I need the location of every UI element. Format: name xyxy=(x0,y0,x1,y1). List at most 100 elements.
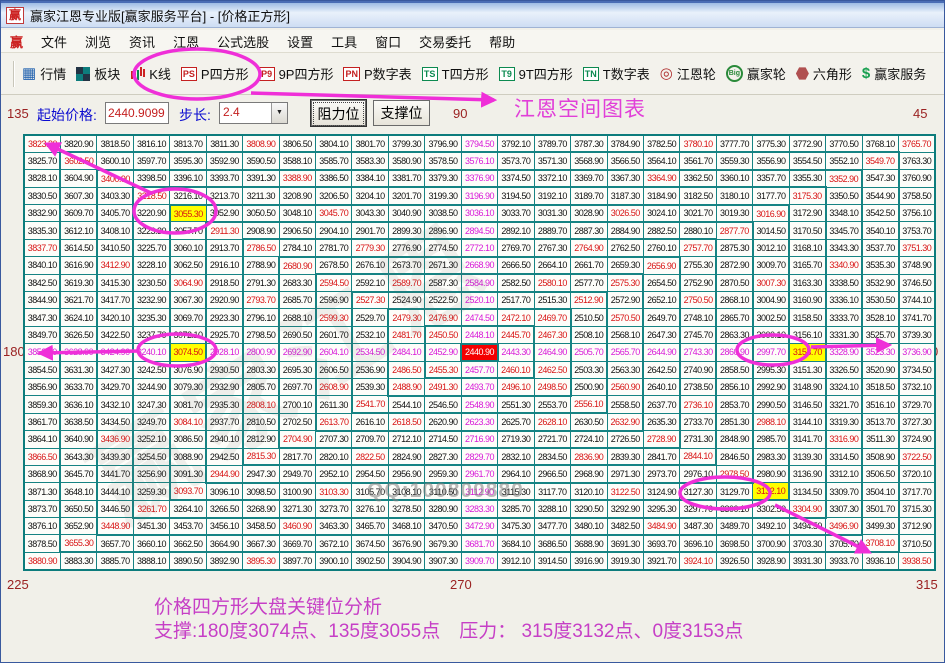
grid-cell: 3103.30 xyxy=(314,482,353,502)
grid-cell: 2997.70 xyxy=(752,343,791,362)
grid-cell: 3667.30 xyxy=(242,534,280,554)
toolbar-button-9t-square[interactable]: T9 9T四方形 xyxy=(498,64,573,83)
menu-item[interactable]: 工具 xyxy=(322,32,366,51)
grid-cell: 2752.90 xyxy=(679,273,718,293)
grid-cell: 3753.70 xyxy=(898,221,936,240)
grid-cell: 2872.90 xyxy=(715,256,754,275)
grid-cell: 2875.30 xyxy=(715,238,754,258)
grid-cell: 3384.10 xyxy=(351,169,389,189)
grid-cell: 2858.50 xyxy=(715,360,754,379)
menu-item[interactable]: 帮助 xyxy=(480,32,524,51)
grid-cell: 3921.70 xyxy=(642,551,681,571)
grid-cell: 3343.30 xyxy=(825,238,864,258)
grid-cell: 3050.50 xyxy=(242,204,280,223)
grid-cell: 3758.50 xyxy=(898,186,936,206)
toolbar-button-winner-service[interactable]: $ 赢家服务 xyxy=(862,64,926,83)
grid-cell: 3840.10 xyxy=(23,256,62,275)
step-label: 步长: xyxy=(179,107,211,123)
grid-cell: 3813.70 xyxy=(169,134,207,154)
grid-cell: 3892.90 xyxy=(205,551,244,571)
grid-cell: 3811.30 xyxy=(205,134,244,154)
grid-cell: 3297.70 xyxy=(679,499,717,519)
grid-cell: 2455.30 xyxy=(424,360,462,380)
support-button[interactable]: 支撑位 xyxy=(373,100,430,126)
grid-cell: 3837.70 xyxy=(23,238,62,258)
grid-cell: 2464.90 xyxy=(533,343,572,362)
menu-item[interactable]: 交易委托 xyxy=(410,32,480,51)
grid-cell: 3424.90 xyxy=(96,343,135,362)
grid-cell: 3369.70 xyxy=(570,169,608,189)
toolbar-button-p-table[interactable]: PN P数字表 xyxy=(343,64,412,83)
grid-cell: 3691.30 xyxy=(606,534,644,554)
grid-cell: 2973.70 xyxy=(642,464,681,484)
toolbar-button-hexagon[interactable]: 六角形 xyxy=(795,64,852,83)
toolbar-button-9p-square[interactable]: P9 9P四方形 xyxy=(258,64,333,83)
grid-cell: 3184.90 xyxy=(642,186,681,206)
grid-cell: 3518.50 xyxy=(861,377,900,397)
grid-cell: 2916.10 xyxy=(205,256,244,275)
toolbar-button-p-square[interactable]: PS P四方形 xyxy=(180,64,249,83)
menu-item[interactable]: 江恩 xyxy=(164,32,208,51)
grid-cell: 3736.90 xyxy=(898,343,936,362)
resistance-button[interactable]: 阻力位 xyxy=(311,100,366,126)
step-dropdown[interactable]: 2.4 ▼ xyxy=(219,102,288,124)
toolbar-button-hangqing[interactable]: ▦ 行情 xyxy=(22,64,66,83)
grid-cell: 3734.50 xyxy=(898,360,936,379)
grid-cell: 3544.90 xyxy=(861,186,900,206)
grid-cell: 3177.70 xyxy=(752,186,790,206)
grid-cell: 3686.50 xyxy=(533,534,572,554)
menu-item[interactable]: 资讯 xyxy=(120,32,164,51)
grid-cell: 3746.50 xyxy=(898,273,936,293)
grid-cell: 3151.30 xyxy=(788,360,827,379)
grid-cell: 3772.90 xyxy=(788,134,827,154)
grid-cell: 3314.50 xyxy=(825,447,864,466)
grid-cell: 3751.30 xyxy=(898,238,936,258)
grid-cell: 2661.70 xyxy=(570,256,608,276)
grid-cell: 3319.30 xyxy=(825,412,864,432)
grid-cell: 3741.70 xyxy=(898,308,936,327)
toolbar-label: 江恩轮 xyxy=(676,67,716,82)
grid-cell: 3835.30 xyxy=(23,221,62,240)
grid-cell: 2498.50 xyxy=(533,377,572,397)
menu-item[interactable]: 设置 xyxy=(278,32,322,51)
grid-cell: 2848.90 xyxy=(715,430,754,449)
grid-cell: 3220.90 xyxy=(132,204,171,223)
toolbar-button-bankuai[interactable]: 板块 xyxy=(76,64,120,83)
angle-label-270: 270 xyxy=(450,577,472,592)
grid-cell: 3652.90 xyxy=(59,517,98,536)
grid-cell: 2664.10 xyxy=(533,256,572,276)
grid-cell: 2971.30 xyxy=(606,464,644,484)
grid-cell: 3331.30 xyxy=(825,325,864,345)
start-price-input[interactable] xyxy=(105,102,169,124)
grid-cell: 2748.10 xyxy=(679,308,718,327)
toolbar-button-kline[interactable]: K线 xyxy=(130,64,171,83)
menu-item[interactable]: 浏览 xyxy=(76,32,120,51)
grid-cell: 2572.90 xyxy=(606,291,645,310)
grid-cell: 2992.90 xyxy=(752,377,791,397)
grid-cell: 2904.10 xyxy=(314,221,353,241)
menu-item[interactable]: 窗口 xyxy=(366,32,410,51)
grid-cell: 3192.10 xyxy=(533,186,572,206)
grid-cell: 2832.10 xyxy=(497,447,535,467)
grid-cell: 3607.30 xyxy=(59,186,98,206)
menu-item[interactable]: 公式选股 xyxy=(208,32,278,51)
toolbar-button-t-table[interactable]: TN T数字表 xyxy=(582,64,650,83)
toolbar-button-gann-wheel[interactable]: ◎ 江恩轮 xyxy=(660,64,716,83)
toolbar-button-winner-wheel[interactable]: Big 赢家轮 xyxy=(725,64,786,83)
grid-cell: 3549.70 xyxy=(861,151,900,171)
grid-cell: 3861.70 xyxy=(23,412,62,432)
chevron-down-icon[interactable]: ▼ xyxy=(271,103,287,123)
grid-cell: 3391.30 xyxy=(242,169,280,189)
grid-cell: 3472.90 xyxy=(460,517,499,537)
grid-cell: 3907.30 xyxy=(424,551,462,571)
grid-cell: 3422.50 xyxy=(96,325,135,345)
grid-cell: 2630.50 xyxy=(570,412,608,432)
grid-cell: 3002.50 xyxy=(752,308,791,327)
toolbar-grip xyxy=(13,60,14,87)
toolbar-button-t-square[interactable]: TS T四方形 xyxy=(421,64,489,83)
grid-cell: 3873.70 xyxy=(23,499,62,519)
grid-cell: 3268.90 xyxy=(242,499,280,519)
grid-cell: 3595.30 xyxy=(169,151,207,171)
hexagon-icon xyxy=(795,67,809,80)
menu-item[interactable]: 文件 xyxy=(32,32,76,51)
